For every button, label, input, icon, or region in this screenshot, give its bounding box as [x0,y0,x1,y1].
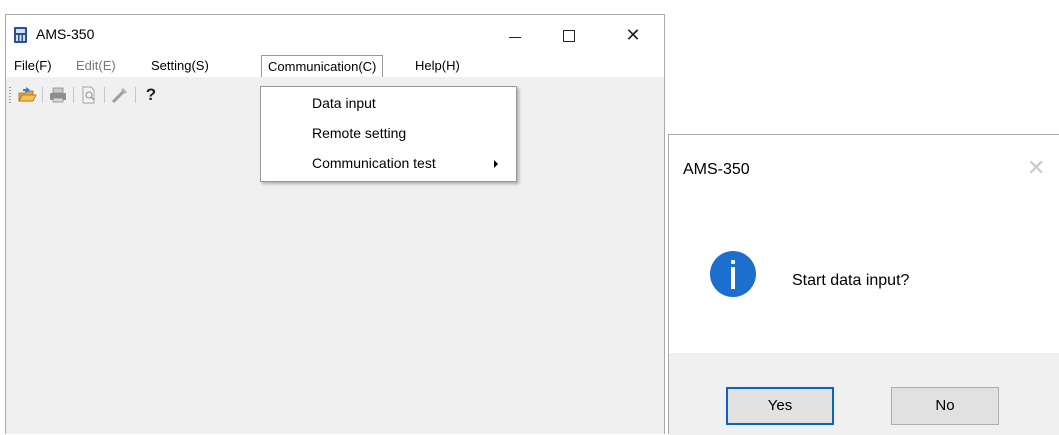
dialog-title: AMS-350 [683,161,750,178]
maximize-icon [563,30,575,43]
menu-bar: File(F) Edit(E) Setting(S) Communication… [6,55,664,77]
submenu-arrow-icon [494,160,498,168]
help-icon[interactable]: ? [141,85,161,105]
menu-item-label: Communication test [312,155,436,171]
window-title: AMS-350 [36,26,95,42]
toolbar-separator [73,87,74,103]
app-calculator-icon [14,27,27,43]
main-window: AMS-350 ✕ File(F) Edit(E) Setting(S) Com… [5,14,665,434]
toolbar-separator [104,87,105,103]
close-icon: ✕ [625,25,641,45]
toolbar-grip[interactable] [9,87,11,103]
menu-setting[interactable]: Setting(S) [145,56,215,76]
maximize-button[interactable] [546,21,592,49]
dialog-footer: Yes No [669,353,1059,435]
minimize-button[interactable] [492,21,538,49]
menu-edit[interactable]: Edit(E) [70,56,122,76]
menu-item-data-input[interactable]: Data input [261,89,516,117]
menu-communication[interactable]: Communication(C) [261,55,384,77]
minimize-icon [509,36,521,38]
confirm-dialog: AMS-350 ✕ Start data input? Yes No [668,134,1059,435]
close-button[interactable]: ✕ [610,21,656,49]
print-preview-icon[interactable] [79,85,99,105]
open-folder-icon[interactable] [17,85,37,105]
menu-item-remote-setting[interactable]: Remote setting [261,119,516,147]
menu-file[interactable]: File(F) [8,56,58,76]
dialog-close-icon[interactable]: ✕ [1027,157,1045,179]
no-button[interactable]: No [891,387,999,425]
communication-dropdown-menu: Data input Remote setting Communication … [260,86,517,182]
print-icon[interactable] [48,85,68,105]
yes-button[interactable]: Yes [726,387,834,425]
toolbar-separator [42,87,43,103]
dialog-message: Start data input? [792,272,910,289]
info-icon [710,251,756,297]
menu-item-communication-test[interactable]: Communication test [261,149,516,177]
settings-tool-icon[interactable] [110,85,130,105]
toolbar-separator [135,87,136,103]
menu-help[interactable]: Help(H) [409,56,466,76]
title-bar: AMS-350 ✕ [6,15,664,55]
